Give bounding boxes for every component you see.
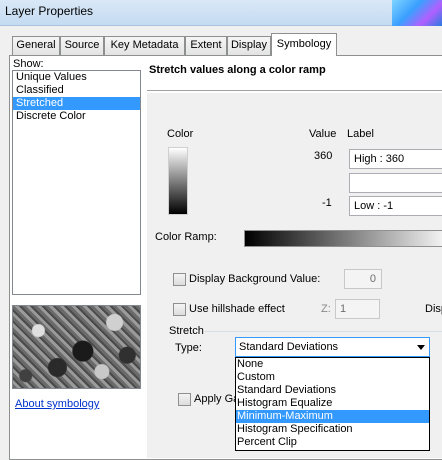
tab-key-metadata[interactable]: Key Metadata	[104, 36, 185, 55]
tab-general[interactable]: General	[12, 36, 60, 55]
low-value: -1	[322, 197, 332, 209]
stretch-type-select[interactable]: Standard Deviations	[235, 337, 430, 357]
tab-extent[interactable]: Extent	[185, 36, 227, 55]
stretch-content: Color Value Label 360 High : 360 -1 Low …	[147, 93, 442, 458]
apply-gamma-checkbox[interactable]	[178, 393, 191, 406]
stretch-group-line	[205, 331, 442, 332]
option-histogram-equalize[interactable]: Histogram Equalize	[236, 397, 429, 410]
display-label-truncated: Disp	[425, 303, 442, 315]
stretch-group-label: Stretch	[169, 325, 204, 337]
option-none[interactable]: None	[236, 358, 429, 371]
panel-title: Stretch values along a color ramp	[149, 64, 326, 76]
list-item-classified[interactable]: Classified	[13, 84, 140, 97]
low-label-field[interactable]: Low : -1	[349, 196, 442, 216]
panel-header: Stretch values along a color ramp	[147, 61, 442, 93]
symbology-preview-image	[12, 305, 141, 389]
tab-display[interactable]: Display	[227, 36, 271, 55]
color-ramp-selector[interactable]	[244, 230, 442, 247]
label-header: Label	[347, 128, 374, 140]
chevron-down-icon[interactable]	[417, 345, 425, 350]
list-item-stretched[interactable]: Stretched	[13, 97, 140, 110]
tab-source[interactable]: Source	[60, 36, 104, 55]
list-item-discrete-color[interactable]: Discrete Color	[13, 110, 140, 123]
stretch-type-value: Standard Deviations	[239, 341, 339, 353]
type-label: Type:	[175, 342, 202, 354]
option-minimum-maximum[interactable]: Minimum-Maximum	[236, 410, 429, 423]
z-label: Z:	[321, 303, 331, 315]
high-value: 360	[314, 150, 333, 162]
renderer-list[interactable]: Unique Values Classified Stretched Discr…	[12, 70, 141, 295]
title-bar: Layer Properties	[0, 0, 442, 26]
stretch-type-dropdown[interactable]: None Custom Standard Deviations Histogra…	[235, 357, 430, 451]
title-bar-decoration	[392, 0, 442, 26]
color-gradient-swatch[interactable]	[168, 147, 188, 215]
value-header: Value	[309, 128, 337, 140]
show-label: Show:	[13, 58, 44, 70]
option-standard-deviations[interactable]: Standard Deviations	[236, 384, 429, 397]
apply-gamma-label: Apply Ga	[194, 393, 240, 405]
display-background-checkbox[interactable]	[173, 273, 186, 286]
hillshade-checkbox[interactable]	[173, 303, 186, 316]
option-custom[interactable]: Custom	[236, 371, 429, 384]
color-ramp-label: Color Ramp:	[155, 231, 217, 243]
middle-label-field[interactable]	[349, 173, 442, 193]
option-histogram-specification[interactable]: Histogram Specification	[236, 423, 429, 436]
about-symbology-link[interactable]: About symbology	[15, 398, 99, 410]
window-title: Layer Properties	[5, 4, 94, 18]
hillshade-label: Use hillshade effect	[189, 303, 285, 315]
display-background-label: Display Background Value:	[189, 273, 321, 285]
tab-symbology[interactable]: Symbology	[271, 33, 337, 56]
color-header: Color	[167, 128, 194, 140]
high-label-field[interactable]: High : 360	[349, 149, 442, 169]
background-value-field[interactable]: 0	[344, 269, 382, 289]
option-percent-clip[interactable]: Percent Clip	[236, 436, 429, 449]
list-item-unique-values[interactable]: Unique Values	[13, 71, 140, 84]
z-factor-field[interactable]: 1	[335, 299, 380, 319]
